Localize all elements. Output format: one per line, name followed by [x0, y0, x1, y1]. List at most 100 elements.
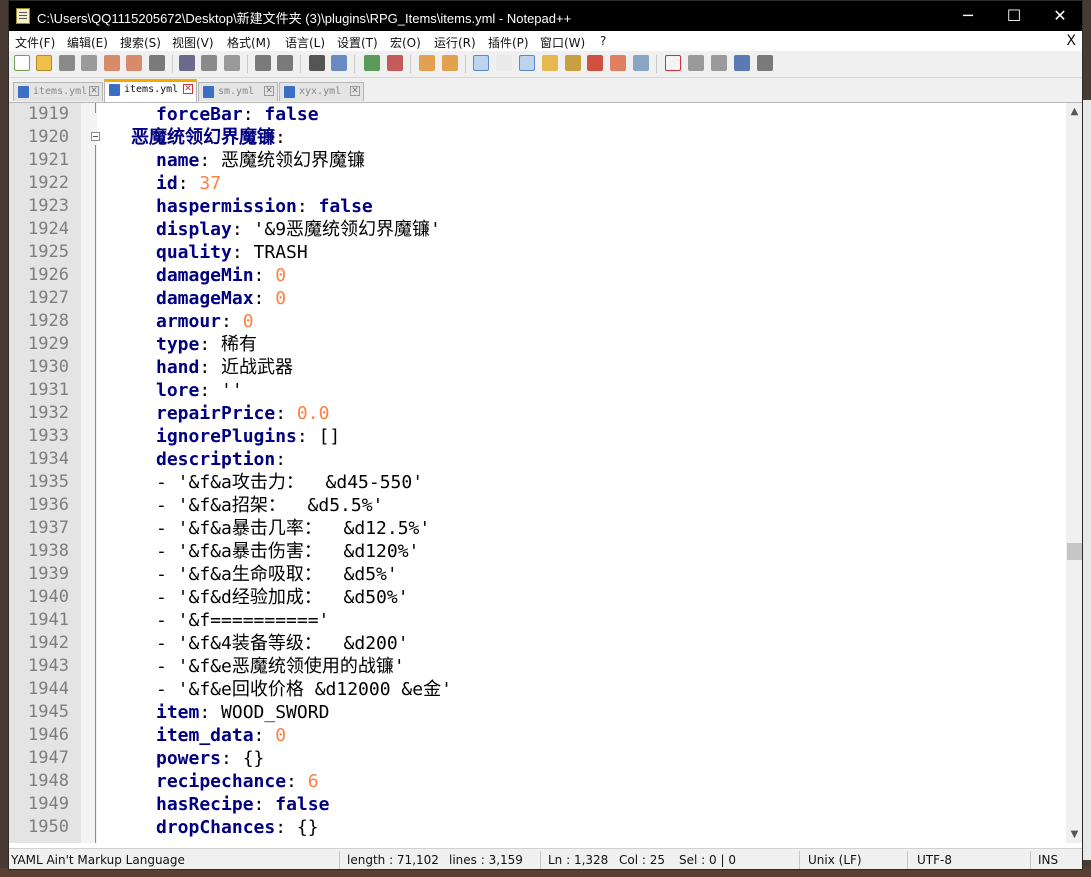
show-all-chars-icon[interactable] [496, 55, 512, 71]
stop-macro-icon[interactable] [688, 55, 704, 71]
code-line[interactable]: 1931 lore: '' [9, 379, 1066, 402]
code-line[interactable]: 1932 repairPrice: 0.0 [9, 402, 1066, 425]
close-all-icon[interactable] [126, 55, 142, 71]
close-button[interactable]: ✕ [1037, 1, 1082, 31]
scroll-thumb[interactable] [1067, 543, 1082, 560]
word-wrap-icon[interactable] [473, 55, 489, 71]
replace-icon[interactable] [331, 55, 347, 71]
code-line[interactable]: 1941 - '&f==========' [9, 609, 1066, 632]
menu-format[interactable]: 格式(M) [227, 34, 271, 51]
save-icon[interactable] [59, 55, 75, 71]
minimize-button[interactable]: ─ [945, 1, 991, 31]
zoom-in-icon[interactable] [364, 55, 380, 71]
scroll-down-arrow[interactable]: ▼ [1066, 826, 1082, 843]
cut-icon[interactable] [179, 55, 195, 71]
maximize-button[interactable]: ☐ [991, 1, 1037, 31]
menu-file[interactable]: 文件(F) [15, 34, 55, 51]
code-line[interactable]: 1950 dropChances: {} [9, 816, 1066, 839]
tab-close-icon[interactable]: ✕ [264, 86, 274, 96]
status-insert-mode[interactable]: INS [1038, 853, 1058, 867]
fold-toggle-icon[interactable] [91, 132, 100, 141]
tab-items-yml-2[interactable]: items.yml ✕ [104, 79, 197, 102]
save-all-icon[interactable] [81, 55, 97, 71]
monitoring-icon[interactable] [633, 55, 649, 71]
code-line[interactable]: 1935 - '&f&a攻击力： &d45-550' [9, 471, 1066, 494]
code-line[interactable]: 1928 armour: 0 [9, 310, 1066, 333]
code-line[interactable]: 1924 display: '&9恶魔统领幻界魔镰' [9, 218, 1066, 241]
sync-vertical-icon[interactable] [419, 55, 435, 71]
menu-edit[interactable]: 编辑(E) [67, 34, 108, 51]
tab-close-icon[interactable]: ✕ [89, 86, 99, 96]
code-line[interactable]: 1948 recipechance: 6 [9, 770, 1066, 793]
zoom-out-icon[interactable] [387, 55, 403, 71]
code-line[interactable]: 1921 name: 恶魔统领幻界魔镰 [9, 149, 1066, 172]
tab-sm-yml[interactable]: sm.yml ✕ [198, 82, 278, 101]
folder-workspace-icon[interactable] [610, 55, 626, 71]
undo-icon[interactable] [255, 55, 271, 71]
code-line[interactable]: 1927 damageMax: 0 [9, 287, 1066, 310]
code-line[interactable]: 1919 forceBar: false [9, 103, 1066, 126]
code-line[interactable]: 1926 damageMin: 0 [9, 264, 1066, 287]
tab-close-icon[interactable]: ✕ [183, 84, 193, 94]
code-line[interactable]: 1949 hasRecipe: false [9, 793, 1066, 816]
status-encoding[interactable]: UTF-8 [917, 853, 952, 867]
paste-icon[interactable] [224, 55, 240, 71]
menu-search[interactable]: 搜索(S) [120, 34, 161, 51]
tab-items-yml-1[interactable]: items.yml ✕ [13, 82, 103, 101]
redo-icon[interactable] [277, 55, 293, 71]
menu-settings[interactable]: 设置(T) [337, 34, 378, 51]
doc-map-icon[interactable] [565, 55, 581, 71]
language-icon[interactable] [542, 55, 558, 71]
indent-guide-icon[interactable] [519, 55, 535, 71]
code-line[interactable]: 1938 - '&f&a暴击伤害： &d120%' [9, 540, 1066, 563]
vertical-scrollbar[interactable]: ▲ ▼ [1066, 103, 1082, 843]
menu-plugins[interactable]: 插件(P) [488, 34, 529, 51]
save-macro-icon[interactable] [757, 55, 773, 71]
code-line[interactable]: 1923 haspermission: false [9, 195, 1066, 218]
toolbar-separator [300, 55, 301, 73]
code-line[interactable]: 1942 - '&f&4装备等级： &d200' [9, 632, 1066, 655]
copy-icon[interactable] [201, 55, 217, 71]
menu-view[interactable]: 视图(V) [172, 34, 214, 51]
close-file-icon[interactable] [104, 55, 120, 71]
code-line[interactable]: 1940 - '&f&d经验加成： &d50%' [9, 586, 1066, 609]
menu-macro[interactable]: 宏(O) [390, 34, 421, 51]
code-line[interactable]: 1930 hand: 近战武器 [9, 356, 1066, 379]
close-document-button[interactable]: X [1066, 33, 1076, 49]
code-line[interactable]: 1946 item_data: 0 [9, 724, 1066, 747]
code-line[interactable]: 1947 powers: {} [9, 747, 1066, 770]
notepad-app-icon[interactable] [16, 8, 30, 24]
menu-window[interactable]: 窗口(W) [540, 34, 585, 51]
find-icon[interactable] [309, 55, 325, 71]
yaml-key: armour [156, 311, 222, 332]
status-eol[interactable]: Unix (LF) [808, 853, 862, 867]
record-macro-icon[interactable] [665, 55, 681, 71]
code-line[interactable]: 1936 - '&f&a招架： &d5.5%' [9, 494, 1066, 517]
new-file-icon[interactable] [14, 55, 30, 71]
sync-horizontal-icon[interactable] [442, 55, 458, 71]
title-bar[interactable]: C:\Users\QQ1115205672\Desktop\新建文件夹 (3)\… [9, 1, 1082, 31]
menu-language[interactable]: 语言(L) [285, 34, 325, 51]
code-line[interactable]: 1945 item: WOOD_SWORD [9, 701, 1066, 724]
function-list-icon[interactable] [587, 55, 603, 71]
code-line[interactable]: 1937 - '&f&a暴击几率： &d12.5%' [9, 517, 1066, 540]
code-line[interactable]: 1929 type: 稀有 [9, 333, 1066, 356]
code-line[interactable]: 1939 - '&f&a生命吸取： &d5%' [9, 563, 1066, 586]
code-line[interactable]: 1920 恶魔统领幻界魔镰: [9, 126, 1066, 149]
tab-close-icon[interactable]: ✕ [350, 86, 360, 96]
run-macro-multiple-icon[interactable] [734, 55, 750, 71]
open-file-icon[interactable] [36, 55, 52, 71]
code-editor[interactable]: 1919 forceBar: false 1920 恶魔统领幻界魔镰: 1921 name… [9, 103, 1066, 843]
play-macro-icon[interactable] [711, 55, 727, 71]
menu-help[interactable]: ? [600, 34, 606, 48]
code-line[interactable]: 1943 - '&f&e恶魔统领使用的战镰' [9, 655, 1066, 678]
code-line[interactable]: 1944 - '&f&e回收价格 &d12000 &e金' [9, 678, 1066, 701]
code-line[interactable]: 1922 id: 37 [9, 172, 1066, 195]
print-icon[interactable] [149, 55, 165, 71]
tab-xyx-yml[interactable]: xyx.yml ✕ [279, 82, 364, 101]
code-line[interactable]: 1933 ignorePlugins: [] [9, 425, 1066, 448]
code-line[interactable]: 1925 quality: TRASH [9, 241, 1066, 264]
menu-run[interactable]: 运行(R) [434, 34, 476, 51]
code-line[interactable]: 1934 description: [9, 448, 1066, 471]
scroll-up-arrow[interactable]: ▲ [1066, 103, 1082, 120]
